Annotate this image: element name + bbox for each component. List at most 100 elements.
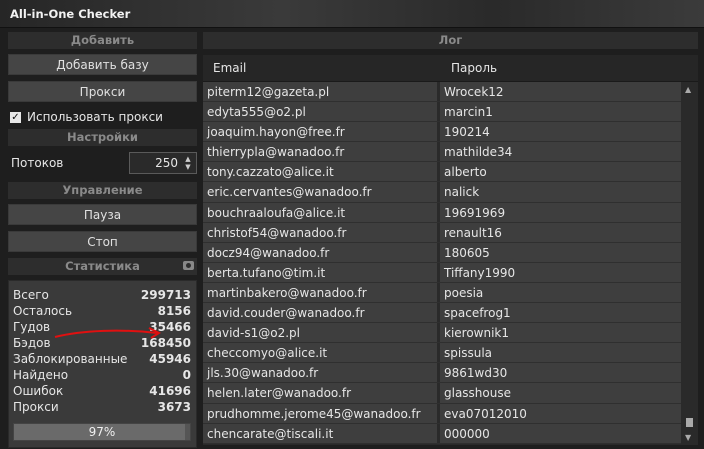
table-row[interactable]: eric.cervantes@wanadoo.fr nalick: [203, 182, 681, 203]
log-section-header: Лог: [203, 32, 698, 49]
proxy-button[interactable]: Прокси: [8, 81, 197, 102]
table-row[interactable]: thierrypla@wanadoo.fr mathilde34: [203, 142, 681, 163]
control-section-header: Управление: [8, 182, 197, 199]
progress-bar: 97%: [13, 423, 191, 441]
stat-row: Гудов 35466: [13, 319, 191, 335]
stats-section-header: Статистика: [8, 258, 197, 275]
use-proxy-checkbox-row[interactable]: ✓ Использовать прокси: [8, 108, 197, 126]
email-cell[interactable]: checcomyo@alice.it: [203, 343, 440, 363]
password-column-header[interactable]: Пароль: [443, 61, 497, 75]
stat-label: Бэдов: [13, 336, 51, 350]
stat-row: Прокси 3673: [13, 399, 191, 415]
password-cell[interactable]: poesia: [440, 282, 681, 303]
table-row[interactable]: tony.cazzato@alice.it alberto: [203, 162, 681, 183]
email-cell[interactable]: christof54@wanadoo.fr: [203, 222, 440, 242]
table-row[interactable]: chencarate@tiscali.it 000000: [203, 423, 681, 444]
password-cell[interactable]: marcin1: [440, 102, 681, 122]
table-row[interactable]: jls.30@wanadoo.fr 9861wd30: [203, 363, 681, 384]
email-cell[interactable]: tony.cazzato@alice.it: [203, 162, 440, 182]
email-cell[interactable]: thierrypla@wanadoo.fr: [203, 142, 440, 162]
password-cell[interactable]: 180605: [440, 242, 681, 262]
table-header: Email Пароль: [203, 55, 698, 82]
stat-label: Всего: [13, 288, 49, 302]
stat-label: Заблокированные: [13, 352, 128, 366]
log-panel: Лог Email Пароль piterm12@gazeta.pl Wroce…: [203, 32, 698, 445]
threads-value[interactable]: 250: [155, 156, 178, 170]
email-cell[interactable]: joaquim.hayon@free.fr: [203, 122, 440, 142]
password-cell[interactable]: 19691969: [440, 202, 681, 222]
table-row[interactable]: prudhomme.jerome45@wanadoo.fr eva07012010: [203, 403, 681, 424]
email-cell[interactable]: chencarate@tiscali.it: [203, 423, 440, 443]
stat-value: 0: [182, 368, 191, 382]
email-cell[interactable]: piterm12@gazeta.pl: [203, 82, 440, 102]
email-cell[interactable]: helen.later@wanadoo.fr: [203, 383, 440, 403]
stat-row: Всего 299713: [13, 287, 191, 303]
progress-text: 97%: [88, 425, 116, 439]
table-row[interactable]: bouchraaloufa@alice.it 19691969: [203, 202, 681, 223]
email-cell[interactable]: david-s1@o2.pl: [203, 323, 440, 343]
vertical-scrollbar[interactable]: ▲ ▼: [682, 82, 698, 445]
table-row[interactable]: checcomyo@alice.it spissula: [203, 343, 681, 364]
stat-label: Гудов: [13, 320, 51, 334]
password-cell[interactable]: 000000: [440, 423, 681, 443]
scroll-down-icon[interactable]: ▼: [685, 433, 691, 442]
table-row[interactable]: david-s1@o2.pl kierownik1: [203, 323, 681, 344]
stat-value: 35466: [149, 320, 191, 334]
password-cell[interactable]: alberto: [440, 162, 681, 182]
email-cell[interactable]: docz94@wanadoo.fr: [203, 242, 440, 262]
threads-row: Потоков 250 ▲ ▼: [8, 151, 197, 175]
password-cell[interactable]: spacefrog1: [440, 303, 681, 323]
email-cell[interactable]: eric.cervantes@wanadoo.fr: [203, 182, 440, 202]
password-cell[interactable]: Tiffany1990: [440, 262, 681, 282]
table-row[interactable]: christof54@wanadoo.fr renault16: [203, 222, 681, 243]
password-cell[interactable]: eva07012010: [440, 403, 681, 423]
stat-row: Осталось 8156: [13, 303, 191, 319]
table-row[interactable]: joaquim.hayon@free.fr 190214: [203, 122, 681, 143]
password-cell[interactable]: nalick: [440, 182, 681, 202]
stepper-arrows[interactable]: ▲ ▼: [183, 155, 193, 171]
chevron-down-icon[interactable]: ▼: [183, 163, 193, 171]
threads-stepper[interactable]: 250 ▲ ▼: [129, 152, 197, 174]
email-cell[interactable]: prudhomme.jerome45@wanadoo.fr: [203, 403, 440, 423]
stat-row: Заблокированные 45946: [13, 351, 191, 367]
table-row[interactable]: docz94@wanadoo.fr 180605: [203, 242, 681, 263]
add-section-header: Добавить: [8, 32, 197, 49]
table-row[interactable]: berta.tufano@tim.it Tiffany1990: [203, 262, 681, 283]
stop-button[interactable]: Стоп: [8, 231, 197, 252]
scroll-up-icon[interactable]: ▲: [685, 85, 691, 94]
stats-section-label: Статистика: [65, 259, 140, 273]
pause-button[interactable]: Пауза: [8, 204, 197, 225]
stat-value: 168450: [140, 336, 191, 350]
password-cell[interactable]: glasshouse: [440, 383, 681, 403]
password-cell[interactable]: Wrocek12: [440, 82, 681, 102]
use-proxy-label: Использовать прокси: [27, 110, 163, 124]
password-cell[interactable]: kierownik1: [440, 323, 681, 343]
email-cell[interactable]: martinbakero@wanadoo.fr: [203, 282, 440, 303]
table-row[interactable]: martinbakero@wanadoo.fr poesia: [203, 282, 681, 304]
table-row[interactable]: david.couder@wanadoo.fr spacefrog1: [203, 303, 681, 324]
scroll-thumb[interactable]: [686, 418, 693, 427]
chevron-up-icon[interactable]: ▲: [183, 155, 193, 163]
table-row[interactable]: helen.later@wanadoo.fr glasshouse: [203, 383, 681, 404]
email-cell[interactable]: bouchraaloufa@alice.it: [203, 202, 440, 222]
email-column-header[interactable]: Email: [203, 61, 443, 75]
password-cell[interactable]: 190214: [440, 122, 681, 142]
password-cell[interactable]: spissula: [440, 343, 681, 363]
email-cell[interactable]: edyta555@o2.pl: [203, 102, 440, 122]
stat-label: Ошибок: [13, 384, 64, 398]
add-base-button[interactable]: Добавить базу: [8, 54, 197, 75]
password-cell[interactable]: 9861wd30: [440, 363, 681, 383]
password-cell[interactable]: renault16: [440, 222, 681, 242]
password-cell[interactable]: mathilde34: [440, 142, 681, 162]
stat-label: Найдено: [13, 368, 69, 382]
table-row[interactable]: edyta555@o2.pl marcin1: [203, 102, 681, 123]
email-cell[interactable]: jls.30@wanadoo.fr: [203, 363, 440, 383]
title-bar: All-in-One Checker: [0, 0, 704, 28]
email-cell[interactable]: david.couder@wanadoo.fr: [203, 303, 440, 323]
table-row[interactable]: piterm12@gazeta.pl Wrocek12: [203, 82, 681, 103]
table-body: piterm12@gazeta.pl Wrocek12 edyta555@o2.pl…: [203, 82, 681, 444]
stat-value: 299713: [140, 288, 191, 302]
check-icon[interactable]: ✓: [10, 111, 21, 123]
email-cell[interactable]: berta.tufano@tim.it: [203, 262, 440, 282]
camera-icon[interactable]: [183, 261, 194, 270]
